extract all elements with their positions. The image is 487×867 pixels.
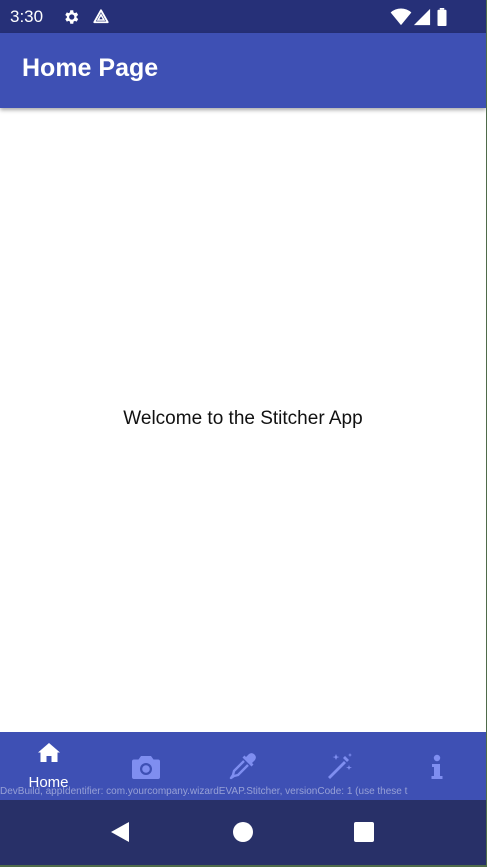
signal-icon <box>413 8 431 26</box>
welcome-message: Welcome to the Stitcher App <box>123 408 363 429</box>
home-icon <box>37 742 61 769</box>
eyedropper-icon <box>229 752 257 785</box>
home-circle-icon[interactable] <box>231 820 255 849</box>
system-navigation-bar <box>0 800 486 865</box>
status-bar: 3:30 <box>0 0 486 33</box>
back-icon[interactable] <box>109 820 131 849</box>
device-screen: 3:30 Home Page Welcome to the Stitcher A… <box>0 0 486 865</box>
app-bar: Home Page <box>0 33 486 108</box>
page-title: Home Page <box>22 54 159 82</box>
wifi-icon <box>390 8 412 26</box>
magic-wand-icon <box>326 752 354 785</box>
info-icon <box>430 754 444 785</box>
battery-icon <box>436 8 448 27</box>
gear-icon <box>62 8 80 26</box>
camera-icon <box>131 754 161 785</box>
main-content: Welcome to the Stitcher App <box>0 108 486 732</box>
status-time: 3:30 <box>10 7 44 26</box>
drive-icon <box>92 8 110 26</box>
recents-icon[interactable] <box>353 820 375 849</box>
dev-build-banner: DevBuild, appIdentifier: com.yourcompany… <box>0 786 408 797</box>
